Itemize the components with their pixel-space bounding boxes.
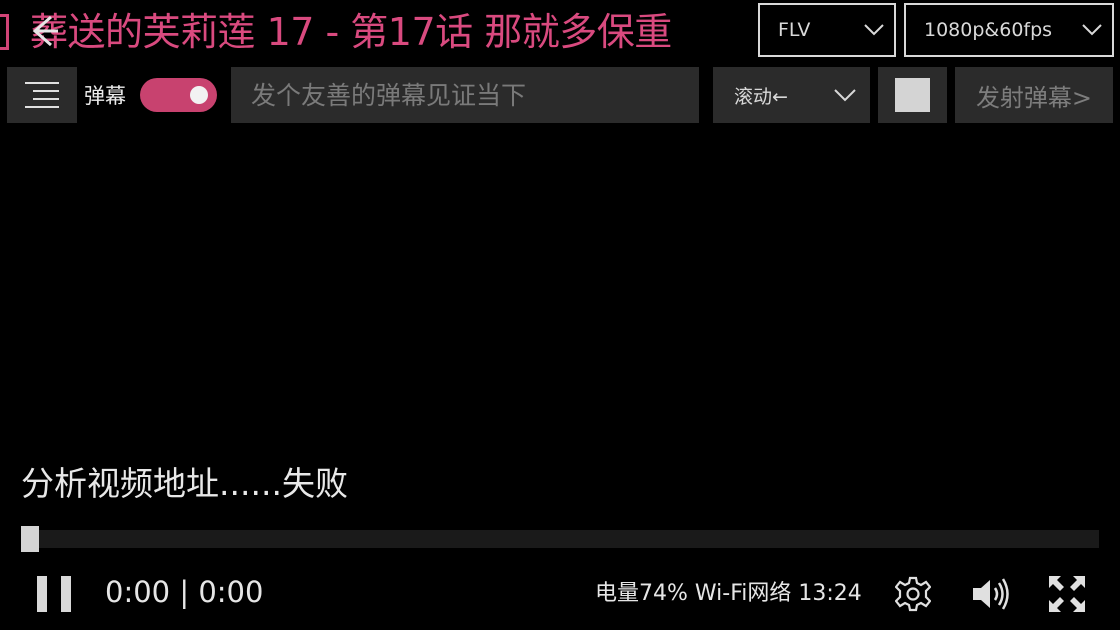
toggle-knob [190, 86, 208, 104]
danmaku-input[interactable] [231, 67, 699, 123]
video-title: 葬送的芙莉莲 17 - 第17话 那就多保重 [30, 10, 672, 54]
fullscreen-button[interactable] [1043, 570, 1091, 618]
gear-icon [895, 576, 931, 612]
arrow-left-icon [32, 15, 58, 47]
danmaku-toggle-label: 弹幕 [84, 84, 126, 108]
time-display: 0:00 | 0:00 [105, 575, 264, 609]
video-player-window: 葬送的芙莉莲 17 - 第17话 那就多保重 FLV 1080p&60fps 弹… [0, 0, 1120, 630]
danmaku-mode-value: 滚动← [734, 85, 788, 108]
volume-button[interactable] [967, 570, 1015, 618]
progress-bar[interactable] [21, 526, 1099, 552]
menu-button[interactable] [7, 67, 77, 123]
fullscreen-icon [1049, 576, 1085, 612]
title-accent-mark [0, 14, 9, 50]
back-button[interactable] [24, 8, 64, 54]
progress-thumb[interactable] [21, 526, 39, 552]
pause-icon [37, 576, 71, 612]
format-select[interactable]: FLV [758, 3, 896, 57]
system-status: 电量74% Wi-Fi网络 13:24 [595, 581, 862, 606]
send-danmaku-button[interactable]: 发射弹幕> [955, 67, 1113, 123]
quality-select-value: 1080p&60fps [924, 19, 1053, 41]
settings-button[interactable] [889, 570, 937, 618]
hamburger-menu-icon [25, 82, 59, 108]
volume-icon [973, 578, 1009, 610]
chevron-down-icon [1072, 24, 1112, 36]
quality-select[interactable]: 1080p&60fps [904, 3, 1114, 57]
format-select-value: FLV [778, 19, 811, 41]
playback-status-message: 分析视频地址......失败 [21, 464, 348, 503]
play-pause-button[interactable] [28, 570, 80, 618]
danmaku-color-button[interactable] [878, 67, 947, 123]
danmaku-toggle[interactable] [140, 78, 217, 112]
chevron-down-icon [820, 88, 870, 102]
danmaku-mode-select[interactable]: 滚动← [713, 67, 870, 123]
color-swatch [895, 78, 930, 112]
chevron-down-icon [854, 24, 894, 36]
